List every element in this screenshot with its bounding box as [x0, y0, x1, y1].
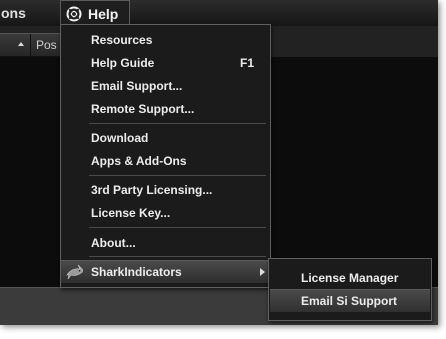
menu-item-label: Download — [91, 131, 149, 145]
menu-item-email-support[interactable]: Email Support... — [61, 75, 270, 97]
column-header[interactable]: Pos — [0, 33, 62, 57]
menu-item-resources[interactable]: Resources — [61, 29, 270, 51]
menu-item-apps-addons[interactable]: Apps & Add-Ons — [61, 150, 270, 172]
menu-separator — [89, 227, 266, 228]
menu-item-about[interactable]: About... — [61, 232, 270, 254]
menu-item-download[interactable]: Download — [61, 127, 270, 149]
lifebuoy-icon — [66, 6, 82, 22]
sharkindicators-submenu: License Manager Email Si Support — [268, 258, 432, 321]
menu-item-license-key[interactable]: License Key... — [61, 202, 270, 224]
menu-item-label: Email Support... — [91, 79, 183, 93]
menu-help[interactable]: Help — [60, 0, 130, 26]
column-header-label: Pos — [36, 38, 57, 52]
menu-item-label: 3rd Party Licensing... — [91, 183, 213, 197]
menu-item-label: SharkIndicators — [91, 265, 182, 279]
help-menu-label: Help — [88, 5, 119, 22]
menu-item-sharkindicators[interactable]: SharkIndicators — [61, 260, 270, 284]
menu-item-remote-support[interactable]: Remote Support... — [61, 98, 270, 120]
submenu-item-label: License Manager — [301, 271, 399, 285]
menubar: ons Help — [0, 0, 438, 27]
menu-separator — [89, 175, 266, 176]
menu-separator — [89, 123, 266, 124]
menu-item-label: Remote Support... — [91, 102, 195, 116]
submenu-item-license-manager[interactable]: License Manager — [270, 267, 430, 289]
menu-item-label: License Key... — [91, 206, 171, 220]
menu-item-3rd-party-licensing[interactable]: 3rd Party Licensing... — [61, 179, 270, 201]
column-divider[interactable] — [30, 34, 31, 56]
shark-icon — [66, 264, 84, 280]
menu-item-shortcut: F1 — [239, 56, 254, 70]
help-dropdown-menu: Resources Help Guide F1 Email Support...… — [60, 24, 271, 288]
menu-item-label: About... — [91, 236, 136, 250]
menu-item-label: Help Guide — [91, 56, 155, 70]
submenu-item-label: Email Si Support — [301, 294, 398, 308]
submenu-item-email-si-support[interactable]: Email Si Support — [270, 289, 430, 313]
submenu-arrow-icon — [260, 268, 265, 276]
sort-ascending-icon[interactable] — [18, 42, 24, 46]
menu-options[interactable]: ons — [0, 0, 26, 26]
menu-item-label: Apps & Add-Ons — [91, 154, 187, 168]
menu-separator — [89, 256, 266, 257]
app-window: ons Help Pos Resources Help Guide F1 Ema… — [0, 0, 438, 325]
menu-item-label: Resources — [91, 33, 153, 47]
menu-item-help-guide[interactable]: Help Guide F1 — [61, 52, 270, 74]
